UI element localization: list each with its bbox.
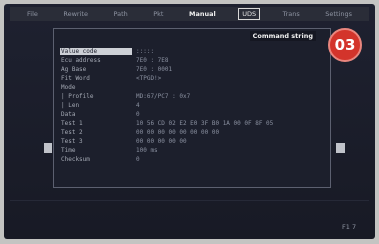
list-item[interactable]: Test 2 00 00 00 00 00 00 00 00 (60, 128, 322, 137)
list-item[interactable]: Data 0 (60, 110, 322, 119)
screen: File Rewrite Path Pkt Manual UDS Trans S… (4, 4, 375, 239)
row-label: Time (61, 147, 76, 154)
menu-item-file[interactable]: File (24, 9, 41, 19)
menu-item-pkt[interactable]: Pkt (150, 9, 166, 19)
menu-item-manual[interactable]: Manual (186, 9, 219, 19)
command-panel: Command string Value code ::::: Ecu addr… (53, 28, 331, 188)
row-value: 0 (136, 111, 140, 118)
row-label: Fit Word (61, 75, 90, 82)
menu-bar: File Rewrite Path Pkt Manual UDS Trans S… (10, 7, 369, 21)
parameter-list: Value code ::::: Ecu address 7E0 : 7E8 A… (60, 47, 322, 164)
scroll-right-icon[interactable] (336, 143, 345, 153)
row-label: | Profile (61, 93, 94, 100)
row-value: 4 (136, 102, 140, 109)
row-label: Ecu address (61, 57, 101, 64)
list-item[interactable]: Ecu address 7E0 : 7E8 (60, 56, 322, 65)
list-item[interactable]: Mode (60, 83, 322, 92)
step-badge-number: 03 (334, 36, 356, 54)
list-item[interactable]: Value code ::::: (60, 47, 322, 56)
row-label: Test 1 (61, 120, 83, 127)
list-item[interactable]: Ag Base 7E0 : 0001 (60, 65, 322, 74)
row-value: ::::: (136, 48, 155, 55)
status-text: F1 7 (342, 223, 357, 231)
divider (10, 200, 369, 201)
row-label: Test 2 (61, 129, 83, 136)
menu-item-rewrite[interactable]: Rewrite (60, 9, 91, 19)
row-label: Mode (61, 84, 76, 91)
row-value: 7E0 : 0001 (136, 66, 173, 73)
row-label: | Len (61, 102, 80, 109)
row-value: 0 (136, 156, 140, 163)
row-value: 10 56 CD 02 E2 E0 3F B0 1A 00 0F 8F 05 (136, 120, 274, 127)
row-value: 00 00 00 00 00 00 00 00 (136, 129, 220, 136)
row-label: Ag Base (61, 66, 87, 73)
menu-item-uds[interactable]: UDS (238, 8, 261, 20)
menu-item-path[interactable]: Path (110, 9, 130, 19)
list-item[interactable]: | Len 4 (60, 101, 322, 110)
scroll-left-icon[interactable] (44, 143, 52, 153)
list-item[interactable]: | Profile MD:67/PC7 : 0x7 (60, 92, 322, 101)
list-item[interactable]: Fit Word <TPGD!> (60, 74, 322, 83)
menu-item-trans[interactable]: Trans (280, 9, 303, 19)
row-label: Test 3 (61, 138, 83, 145)
row-label: Data (61, 111, 76, 118)
row-label: Checksum (61, 156, 90, 163)
row-value: 100 ms (136, 147, 158, 154)
list-item[interactable]: Time 100 ms (60, 146, 322, 155)
list-item[interactable]: Checksum 0 (60, 155, 322, 164)
step-badge: 03 (328, 28, 362, 62)
row-value: 00 00 00 00 00 (136, 138, 187, 145)
list-item[interactable]: Test 3 00 00 00 00 00 (60, 137, 322, 146)
menu-item-settings[interactable]: Settings (322, 9, 355, 19)
list-item[interactable]: Test 1 10 56 CD 02 E2 E0 3F B0 1A 00 0F … (60, 119, 322, 128)
row-value: MD:67/PC7 : 0x7 (136, 93, 191, 100)
row-label: Value code (60, 48, 132, 55)
row-value: 7E0 : 7E8 (136, 57, 169, 64)
panel-title: Command string (249, 31, 316, 41)
row-value: <TPGD!> (136, 75, 162, 82)
